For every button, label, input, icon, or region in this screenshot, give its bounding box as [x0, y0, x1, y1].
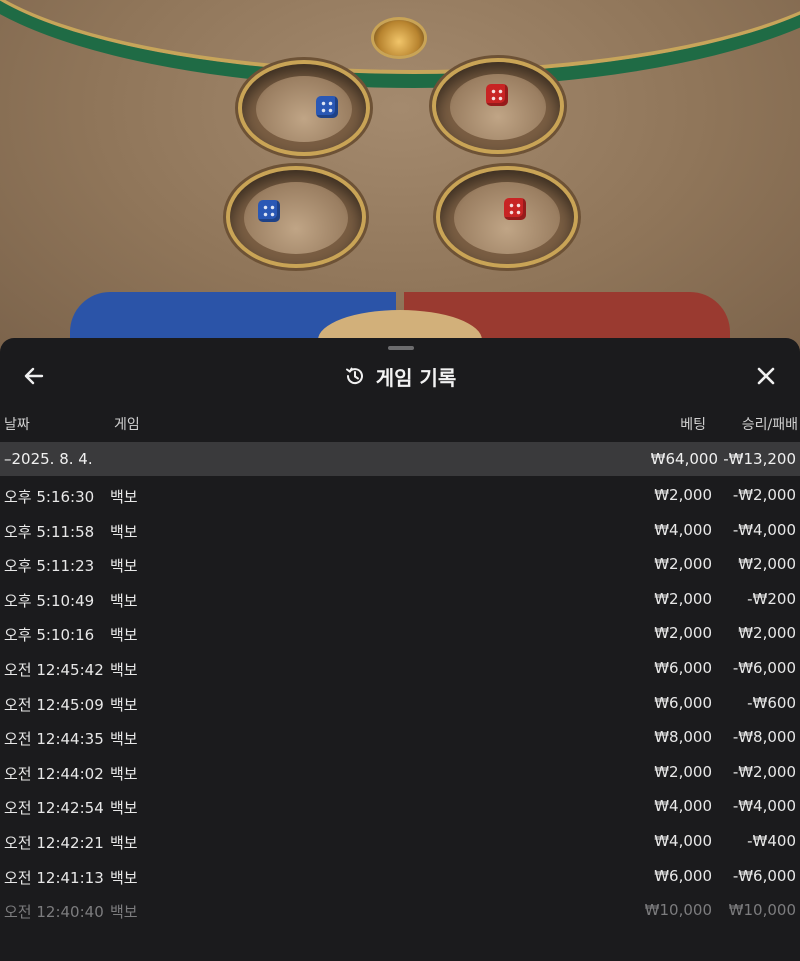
- row-time: 오전 12:40:40: [4, 903, 104, 922]
- row-result: -₩400: [747, 831, 796, 850]
- blue-die: [316, 96, 338, 118]
- group-date: –2025. 8. 4.: [4, 450, 93, 468]
- close-icon: [757, 367, 775, 385]
- game-table: [0, 0, 800, 360]
- row-time: 오전 12:44:02: [4, 764, 104, 783]
- row-time: 오후 5:16:30: [4, 488, 95, 506]
- row-time: 오전 12:44:35: [4, 730, 104, 749]
- row-result: -₩2,000: [732, 486, 796, 504]
- history-row[interactable]: 오전 12:42:54 백보 ₩4,000 -₩4,000: [0, 789, 800, 824]
- row-result: -₩2,000: [732, 762, 796, 781]
- row-bet: ₩2,000: [654, 555, 712, 574]
- close-button[interactable]: [750, 360, 782, 392]
- history-row[interactable]: 오후 5:10:16 백보 ₩2,000 ₩2,000: [0, 616, 800, 651]
- row-result: -₩8,000: [732, 728, 796, 747]
- row-game: 백보: [110, 764, 138, 783]
- row-result: -₩6,000: [732, 658, 796, 677]
- row-result: -₩600: [747, 693, 796, 712]
- dice-cup-top-left: [242, 64, 366, 152]
- row-game: 백보: [110, 695, 138, 714]
- row-game: 백보: [110, 591, 138, 610]
- row-game: 백보: [110, 557, 138, 576]
- row-bet: ₩4,000: [654, 520, 712, 539]
- history-row[interactable]: 오후 5:16:30 백보 ₩2,000 -₩2,000: [0, 478, 800, 513]
- game-history-panel: 게임 기록 날짜 게임 베팅 승리/패배 –2025. 8. 4. ₩64,00…: [0, 338, 800, 961]
- group-total-bet: ₩64,000: [650, 450, 718, 468]
- history-row[interactable]: 오전 12:45:42 백보 ₩6,000 -₩6,000: [0, 651, 800, 686]
- row-result: -₩4,000: [732, 520, 796, 539]
- row-bet: ₩2,000: [654, 762, 712, 781]
- row-game: 백보: [110, 903, 138, 922]
- dice-cup-bottom-right: [440, 170, 574, 264]
- row-bet: ₩8,000: [654, 728, 712, 747]
- dice-cup-top-right: [436, 62, 560, 150]
- history-list: 오후 5:16:30 백보 ₩2,000 -₩2,000 오후 5:11:58 …: [0, 478, 800, 928]
- row-time: 오전 12:45:42: [4, 660, 104, 679]
- row-game: 백보: [110, 730, 138, 749]
- history-row[interactable]: 오전 12:40:40 백보 ₩10,000 ₩10,000: [0, 893, 800, 928]
- history-row[interactable]: 오후 5:11:58 백보 ₩4,000 -₩4,000: [0, 513, 800, 548]
- row-game: 백보: [110, 522, 138, 541]
- row-result: ₩2,000: [738, 555, 796, 574]
- row-time: 오후 5:11:58: [4, 522, 95, 541]
- row-result: ₩10,000: [728, 901, 796, 920]
- red-die: [504, 198, 526, 220]
- row-bet: ₩4,000: [654, 831, 712, 850]
- date-group-row[interactable]: –2025. 8. 4. ₩64,000 -₩13,200: [0, 442, 800, 476]
- row-time: 오전 12:41:13: [4, 868, 104, 887]
- row-bet: ₩4,000: [654, 797, 712, 816]
- title-group: 게임 기록: [0, 356, 800, 396]
- row-game: 백보: [110, 660, 138, 679]
- group-total-result: -₩13,200: [723, 450, 796, 468]
- row-time: 오후 5:10:49: [4, 591, 95, 610]
- history-row[interactable]: 오후 5:10:49 백보 ₩2,000 -₩200: [0, 582, 800, 617]
- row-bet: ₩6,000: [654, 693, 712, 712]
- row-game: 백보: [110, 833, 138, 852]
- row-result: ₩2,000: [738, 624, 796, 643]
- row-result: -₩4,000: [732, 797, 796, 816]
- red-die: [486, 84, 508, 106]
- row-time: 오전 12:45:09: [4, 695, 104, 714]
- row-game: 백보: [110, 626, 138, 645]
- dice-cup-bottom-left: [230, 170, 362, 264]
- panel-header: 게임 기록: [0, 356, 800, 396]
- row-result: -₩200: [747, 589, 796, 608]
- row-game: 백보: [110, 488, 138, 506]
- row-bet: ₩10,000: [644, 901, 712, 920]
- row-time: 오전 12:42:54: [4, 799, 104, 818]
- history-clock-icon: [345, 367, 363, 385]
- row-bet: ₩2,000: [654, 624, 712, 643]
- column-header-bet: 베팅: [680, 417, 706, 433]
- page-title: 게임 기록: [375, 365, 457, 390]
- row-result: -₩6,000: [732, 866, 796, 885]
- row-game: 백보: [110, 799, 138, 818]
- row-time: 오후 5:11:23: [4, 557, 95, 576]
- column-header-result: 승리/패배: [741, 417, 798, 433]
- dealer-bell: [374, 20, 424, 56]
- row-game: 백보: [110, 868, 138, 887]
- history-row[interactable]: 오전 12:45:09 백보 ₩6,000 -₩600: [0, 686, 800, 721]
- column-header-date: 날짜: [4, 417, 30, 433]
- row-time: 오후 5:10:16: [4, 626, 95, 645]
- row-bet: ₩2,000: [654, 486, 712, 504]
- history-row[interactable]: 오전 12:44:02 백보 ₩2,000 -₩2,000: [0, 755, 800, 790]
- column-header-game: 게임: [114, 417, 140, 433]
- history-row[interactable]: 오전 12:42:21 백보 ₩4,000 -₩400: [0, 824, 800, 859]
- row-time: 오전 12:42:21: [4, 833, 104, 852]
- blue-die: [258, 200, 280, 222]
- row-bet: ₩6,000: [654, 866, 712, 885]
- row-bet: ₩6,000: [654, 658, 712, 677]
- row-bet: ₩2,000: [654, 589, 712, 608]
- history-row[interactable]: 오전 12:44:35 백보 ₩8,000 -₩8,000: [0, 720, 800, 755]
- history-row[interactable]: 오전 12:41:13 백보 ₩6,000 -₩6,000: [0, 859, 800, 894]
- history-row[interactable]: 오후 5:11:23 백보 ₩2,000 ₩2,000: [0, 547, 800, 582]
- drag-handle[interactable]: [388, 346, 414, 350]
